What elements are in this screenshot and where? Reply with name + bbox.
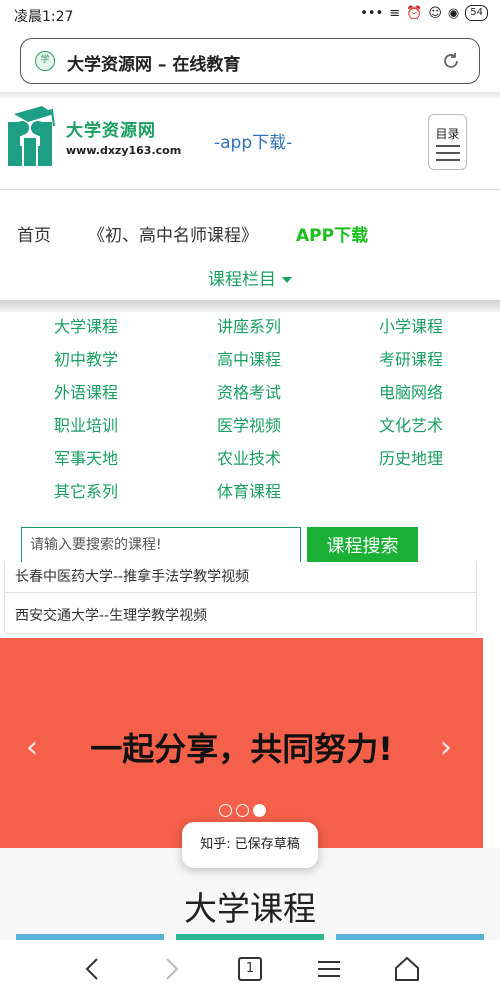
- nav-app-download[interactable]: APP下载: [296, 221, 368, 246]
- signal-icon: ≡: [389, 5, 401, 21]
- category-link[interactable]: 资格考试: [217, 379, 281, 403]
- more-icon: •••: [360, 5, 384, 21]
- reload-icon[interactable]: [441, 51, 461, 71]
- category-link[interactable]: 职业培训: [54, 412, 118, 436]
- category-link[interactable]: 大学课程: [54, 313, 118, 337]
- notification-icon: ◉: [447, 5, 460, 21]
- category-link[interactable]: 高中课程: [217, 346, 281, 370]
- menu-button[interactable]: 目录: [428, 114, 467, 170]
- category-link[interactable]: 小学课程: [379, 313, 443, 337]
- logo-icon[interactable]: [2, 102, 62, 166]
- category-link[interactable]: 历史地理: [379, 445, 443, 469]
- page-title: 大学资源网 – 在线教育: [67, 55, 241, 75]
- category-link[interactable]: 外语课程: [54, 379, 118, 403]
- home-icon[interactable]: [392, 954, 422, 984]
- address-bar[interactable]: 学 大学资源网 – 在线教育: [20, 38, 480, 84]
- category-link[interactable]: 医学视频: [217, 412, 281, 436]
- carousel-dot[interactable]: [219, 804, 232, 817]
- hero-banner[interactable]: ‹ 一起分享，共同努力! ›: [0, 638, 483, 848]
- main-nav: 首页 《初、高中名师课程》 APP下载 课程栏目: [0, 191, 500, 301]
- nav-home[interactable]: 首页: [17, 221, 51, 246]
- section-title: 大学课程: [184, 889, 316, 928]
- battery-icon: 54: [465, 5, 488, 21]
- category-link[interactable]: 农业技术: [217, 445, 281, 469]
- category-link[interactable]: 军事天地: [54, 445, 118, 469]
- caret-down-icon: [282, 277, 292, 283]
- app-download-link[interactable]: -app下载-: [214, 128, 292, 153]
- forward-icon[interactable]: [156, 954, 186, 984]
- course-columns-label: 课程栏目: [208, 270, 276, 290]
- logo-name[interactable]: 大学资源网: [66, 116, 156, 141]
- category-link[interactable]: 讲座系列: [217, 313, 281, 337]
- banner-text: 一起分享，共同努力!: [90, 730, 393, 768]
- carousel-dot[interactable]: [236, 804, 249, 817]
- chevron-right-icon[interactable]: ›: [440, 730, 452, 765]
- site-header: 大学资源网 www.dxzy163.com -app下载- 目录: [0, 98, 500, 190]
- menu-button-label: 目录: [435, 127, 460, 141]
- category-link[interactable]: 考研课程: [379, 346, 443, 370]
- status-bar: 凌晨1:27 ••• ≡ ⏰ ☺ ◉ 54: [0, 0, 500, 32]
- menu-icon[interactable]: [314, 954, 344, 984]
- category-link[interactable]: 其它系列: [54, 478, 118, 502]
- news-list: 长春中医药大学--推拿手法学教学视频 西安交通大学--生理学教学视频: [4, 562, 477, 634]
- category-link[interactable]: 初中教学: [54, 346, 118, 370]
- status-icons: ••• ≡ ⏰ ☺ ◉ 54: [360, 5, 488, 21]
- tabs-count: 1: [238, 957, 262, 981]
- category-link[interactable]: 体育课程: [217, 478, 281, 502]
- category-link[interactable]: 电脑网络: [379, 379, 443, 403]
- carousel-dots: [219, 804, 266, 817]
- tabs-button[interactable]: 1: [235, 954, 265, 984]
- back-icon[interactable]: [78, 954, 108, 984]
- face-icon: ☺: [428, 5, 442, 21]
- carousel-dot-active[interactable]: [253, 804, 266, 817]
- course-columns-dropdown[interactable]: 课程栏目: [0, 265, 500, 290]
- status-time: 凌晨1:27: [14, 9, 74, 25]
- toast-notification: 知乎: 已保存草稿: [182, 822, 318, 868]
- news-item[interactable]: 长春中医药大学--推拿手法学教学视频: [15, 566, 249, 586]
- browser-screen: 凌晨1:27 ••• ≡ ⏰ ☺ ◉ 54 学 大学资源网 – 在线教育 大学资…: [0, 0, 500, 1000]
- divider: [5, 592, 476, 593]
- news-item[interactable]: 西安交通大学--生理学教学视频: [15, 605, 207, 625]
- course-search-input[interactable]: [21, 527, 301, 563]
- nav-courses[interactable]: 《初、高中名师课程》: [88, 221, 258, 246]
- hamburger-icon: [436, 145, 460, 166]
- logo-url: www.dxzy163.com: [66, 144, 182, 157]
- category-grid: 大学课程 讲座系列 小学课程 初中教学 高中课程 考研课程 外语课程 资格考试 …: [0, 310, 500, 510]
- browser-bottom-nav: 1: [0, 940, 500, 1000]
- site-security-icon: 学: [35, 51, 55, 71]
- course-search-button[interactable]: 课程搜索: [307, 527, 418, 563]
- category-link[interactable]: 文化艺术: [379, 412, 443, 436]
- alarm-icon: ⏰: [406, 5, 423, 21]
